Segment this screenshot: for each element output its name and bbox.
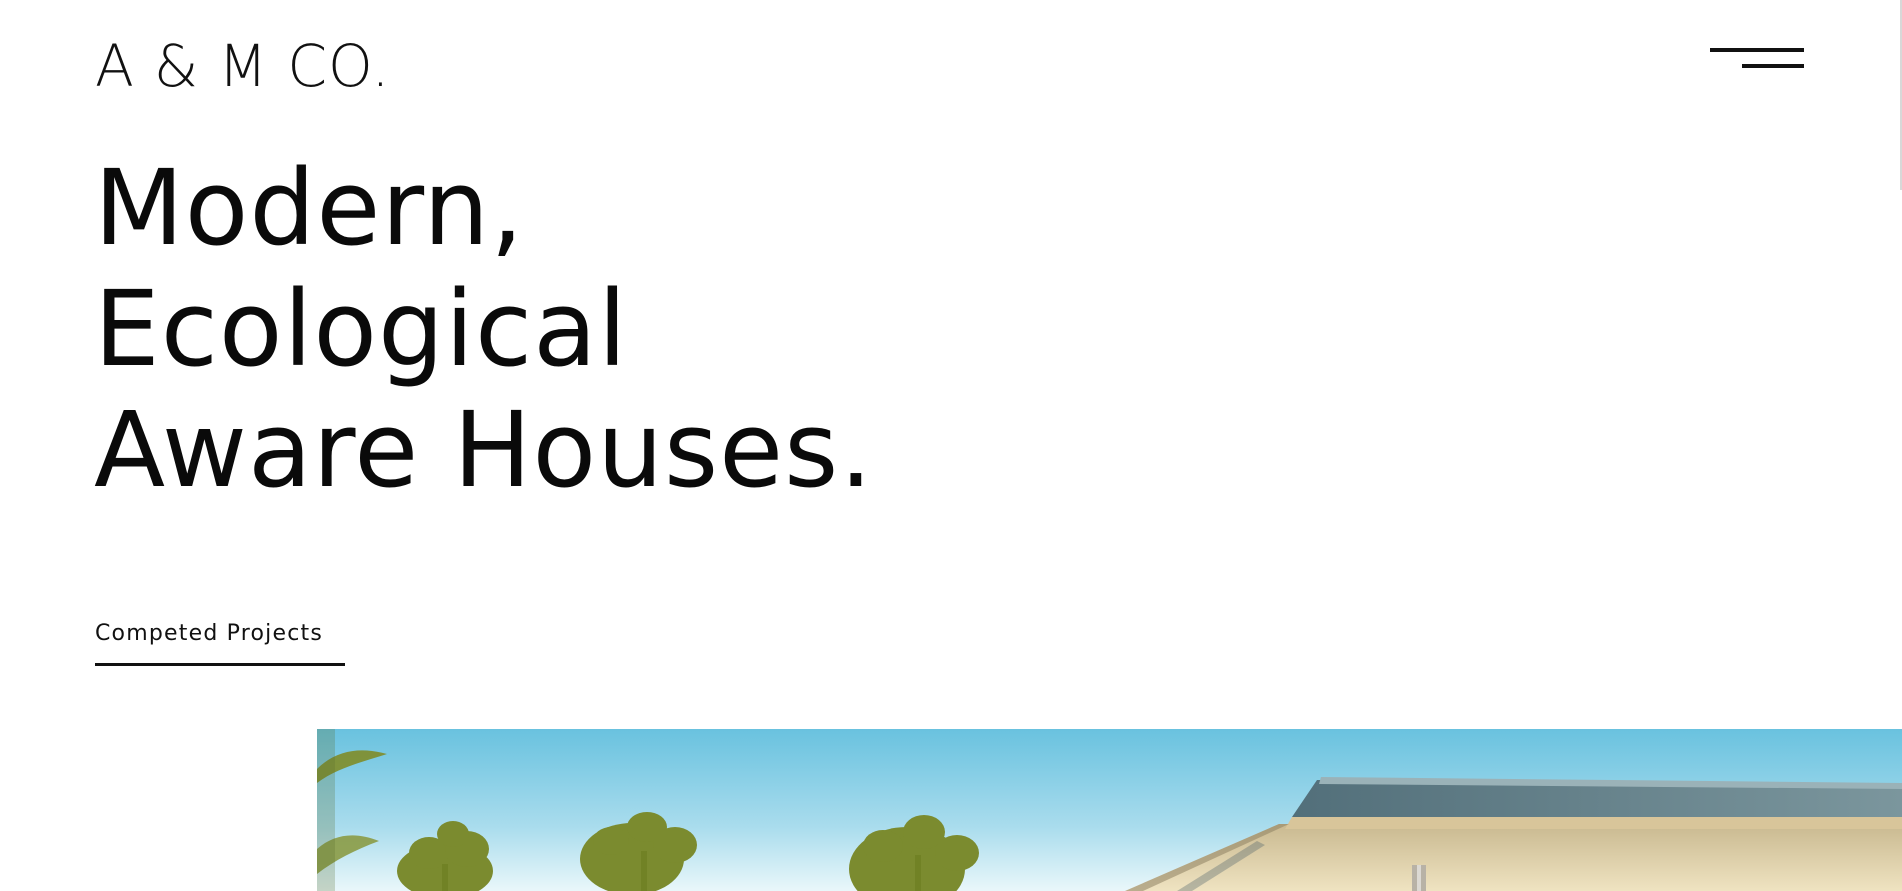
hero-title-line-3: Aware Houses. [94,389,874,511]
completed-projects-link[interactable]: Competed Projects [95,620,345,648]
hero-title-line-1: Modern, [94,147,525,269]
house-photo [317,729,1902,891]
hamburger-menu-button[interactable] [1700,38,1810,78]
brand-logo-link[interactable]: A & M CO. [95,30,390,102]
hero-title-line-2: Ecological [94,268,628,390]
hero-title: Modern, Ecological Aware Houses. [94,148,873,511]
menu-line-bottom [1742,64,1804,68]
landing-page: A & M CO. Modern, Ecological Aware House… [0,0,1902,891]
house-photo-illustration [317,729,1902,891]
menu-line-top [1710,48,1804,52]
projects-link-underline [95,663,345,666]
